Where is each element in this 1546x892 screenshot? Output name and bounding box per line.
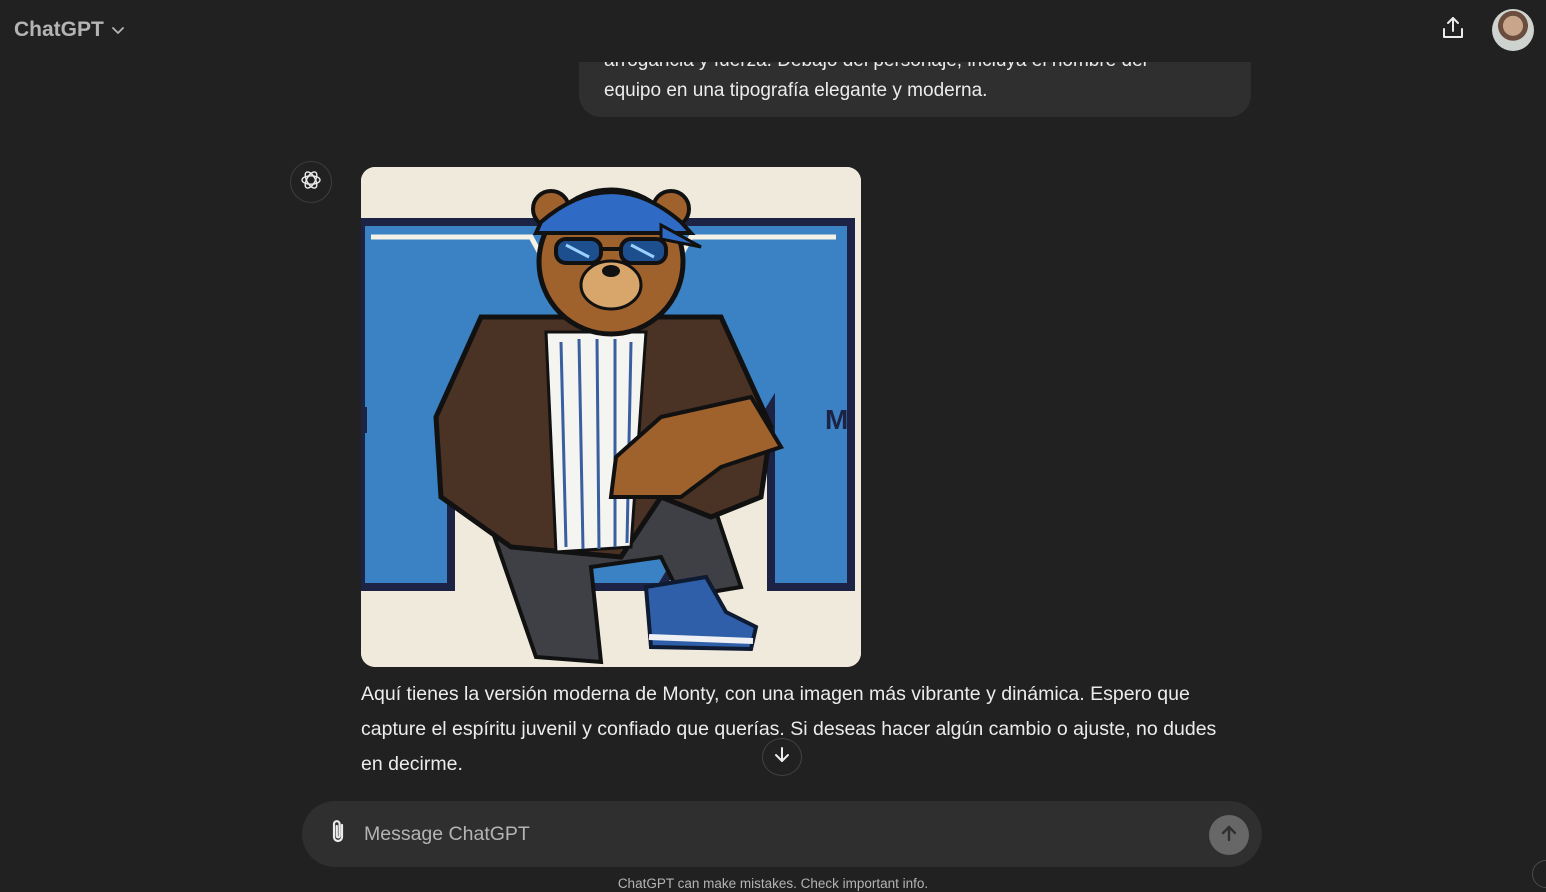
arrow-down-icon: [772, 745, 792, 770]
share-button[interactable]: [1434, 12, 1472, 48]
chevron-down-icon: [110, 22, 126, 38]
message-input[interactable]: [364, 815, 1184, 853]
chatgpt-app: arrogancia y fuerza. Debajo del personaj…: [0, 0, 1546, 892]
share-icon: [1440, 15, 1466, 46]
top-bar: ChatGPT: [0, 0, 1546, 62]
user-message-line: equipo en una tipografía elegante y mode…: [604, 80, 988, 101]
attach-file-button[interactable]: [322, 818, 354, 850]
paperclip-icon: [327, 819, 349, 850]
assistant-message-line: capture el espíritu juvenil y confiado q…: [361, 718, 1217, 740]
image-m-letter: M: [825, 404, 848, 435]
openai-logo-icon: [299, 168, 323, 197]
conversation-area[interactable]: arrogancia y fuerza. Debajo del personaj…: [0, 0, 1546, 790]
arrow-up-icon: [1219, 823, 1239, 848]
send-button[interactable]: [1209, 815, 1249, 855]
disclaimer-text: ChatGPT can make mistakes. Check importa…: [617, 876, 929, 891]
generated-bear-mascot-image[interactable]: M: [361, 167, 861, 667]
scroll-to-bottom-button[interactable]: [762, 738, 802, 776]
model-name: ChatGPT: [14, 18, 104, 41]
message-composer: [302, 801, 1262, 867]
model-switcher-button[interactable]: ChatGPT: [8, 12, 132, 48]
user-avatar[interactable]: [1492, 9, 1534, 51]
assistant-message-line: Aquí tienes la versión moderna de Monty,…: [361, 683, 1190, 705]
assistant-avatar: [290, 161, 332, 203]
assistant-message: Aquí tienes la versión moderna de Monty,…: [361, 677, 1241, 782]
